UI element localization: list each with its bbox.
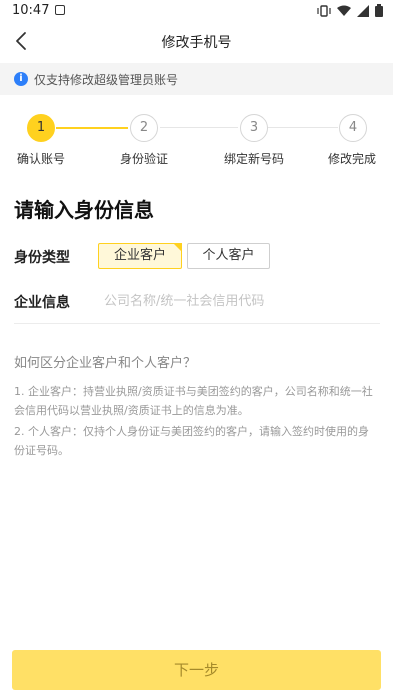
notice-text: 仅支持修改超级管理员账号 bbox=[34, 73, 179, 87]
step-circle-1: 1 bbox=[27, 114, 55, 142]
personal-type-button[interactable]: 个人客户 bbox=[187, 243, 270, 269]
step-connector-2 bbox=[160, 127, 238, 128]
next-button[interactable]: 下一步 bbox=[12, 650, 381, 690]
step-label-4: 修改完成 bbox=[327, 152, 376, 166]
step-connector-3 bbox=[268, 127, 338, 128]
step-circle-4: 4 bbox=[339, 114, 367, 142]
identity-type-label: 身份类型 bbox=[14, 250, 70, 266]
step-label-2: 身份验证 bbox=[119, 152, 168, 166]
info-icon: i bbox=[14, 72, 28, 86]
step-circle-2: 2 bbox=[130, 114, 158, 142]
selected-corner-icon bbox=[173, 243, 182, 252]
progress-stepper: 1 2 3 4 确认账号 身份验证 绑定新号码 修改完成 bbox=[0, 112, 393, 172]
enterprise-type-label: 企业客户 bbox=[113, 248, 166, 263]
vibrate-icon bbox=[317, 4, 331, 17]
company-info-input[interactable] bbox=[104, 290, 374, 312]
notification-icon bbox=[55, 5, 65, 15]
notice-banner: i 仅支持修改超级管理员账号 bbox=[0, 63, 393, 95]
signal-icon bbox=[357, 4, 369, 17]
help-item-personal: 2. 个人客户：仅持个人身份证与美团签约的客户，请输入签约时使用的身份证号码。 bbox=[14, 425, 369, 457]
help-item-enterprise: 1. 企业客户：持营业执照/资质证书与美团签约的客户，公司名称和统一社会信用代码… bbox=[14, 385, 373, 417]
company-info-label: 企业信息 bbox=[14, 295, 70, 311]
help-title: 如何区分企业客户和个人客户？ bbox=[14, 356, 197, 371]
form-title: 请输入身份信息 bbox=[14, 198, 154, 222]
step-circle-3: 3 bbox=[240, 114, 268, 142]
wifi-icon bbox=[337, 5, 351, 16]
nav-bar: 修改手机号 bbox=[0, 22, 393, 60]
battery-icon bbox=[375, 4, 383, 17]
enterprise-type-button[interactable]: 企业客户 bbox=[98, 243, 182, 269]
status-bar: 10:47 bbox=[0, 0, 393, 22]
step-connector-1 bbox=[56, 127, 128, 129]
personal-type-label: 个人客户 bbox=[202, 248, 255, 263]
step-label-1: 确认账号 bbox=[16, 152, 65, 166]
divider bbox=[14, 323, 380, 324]
status-time: 10:47 bbox=[12, 3, 50, 18]
page-title: 修改手机号 bbox=[161, 35, 232, 51]
step-label-3: 绑定新号码 bbox=[223, 152, 284, 166]
status-icons bbox=[317, 4, 383, 17]
